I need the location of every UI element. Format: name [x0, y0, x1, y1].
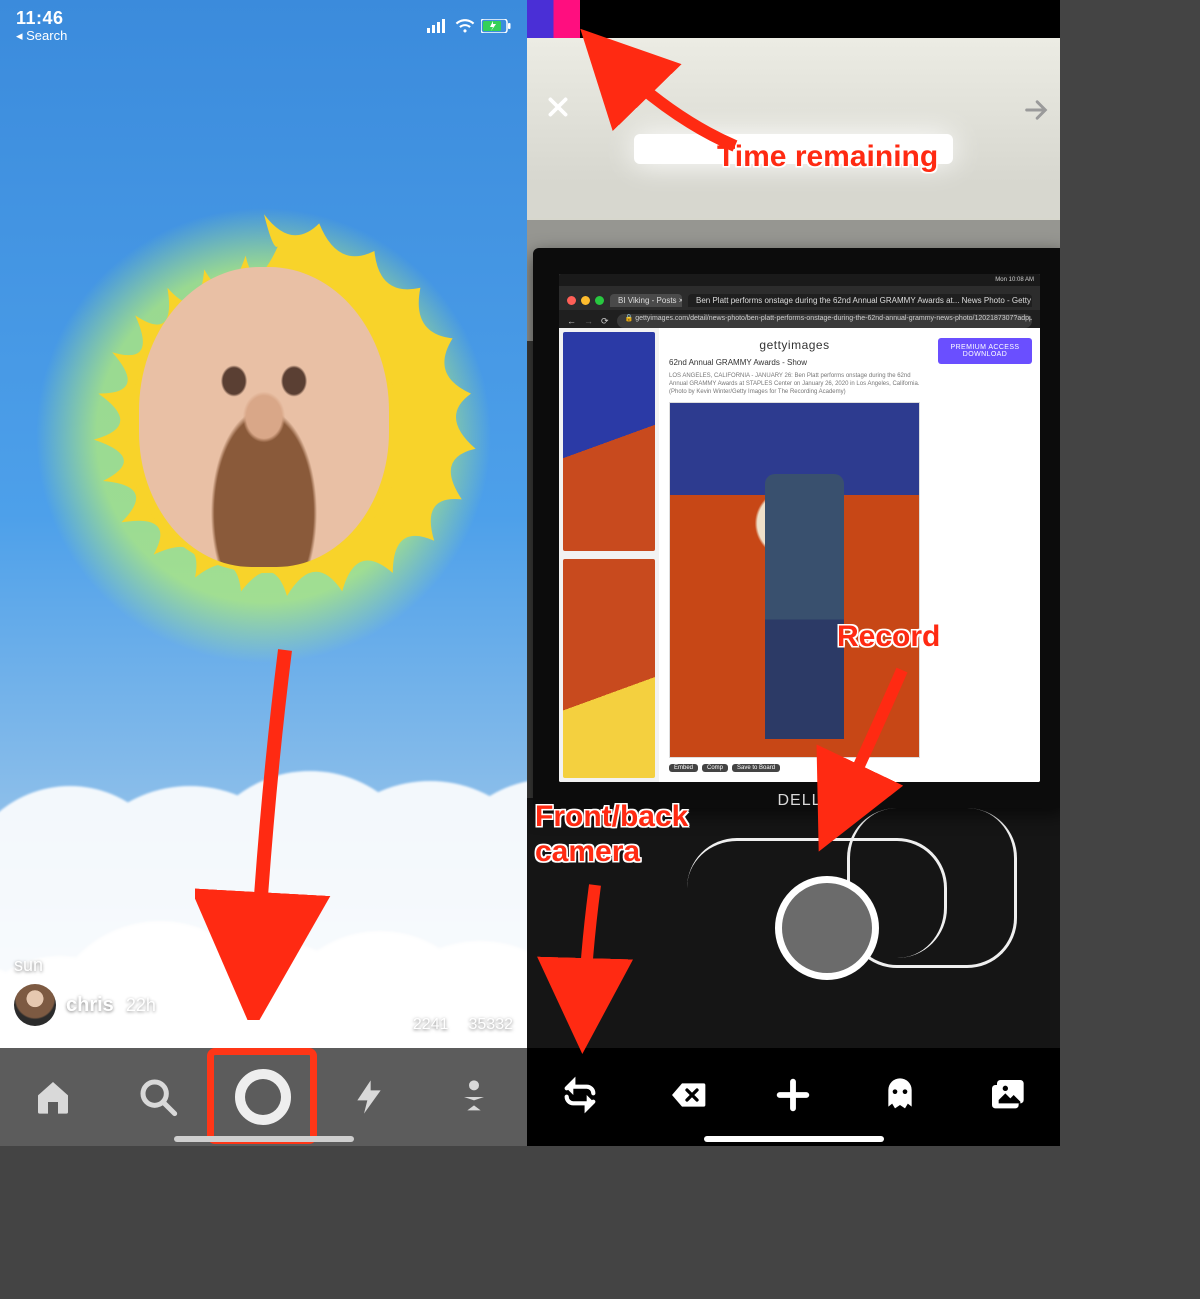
browser-chrome: Mon 10:08 AM BI Viking - Posts × Ben Pla… [559, 274, 1040, 328]
camera-bottom-toolbar [527, 1048, 1060, 1146]
macos-menubar-time: Mon 10:08 AM [995, 277, 1034, 283]
annotation-highlight-record [207, 1048, 317, 1144]
thumbnail[interactable] [563, 559, 655, 778]
window-controls[interactable] [567, 296, 604, 305]
webpage-content: gettyimages 62nd Annual GRAMMY Awards - … [559, 328, 1040, 782]
close-button[interactable] [545, 94, 571, 128]
browser-tab[interactable]: BI Viking - Posts × [610, 294, 682, 307]
comment-count: 2241 [413, 1016, 449, 1034]
nav-activity[interactable] [341, 1069, 397, 1125]
monitor-brand-label: DELL [777, 792, 821, 810]
hero-photo[interactable] [669, 402, 920, 758]
nav-back-icon[interactable]: ← [567, 316, 576, 326]
photo-action-chips: Embed Comp Save to Board [669, 764, 920, 772]
photo-title: 62nd Annual GRAMMY Awards - Show [669, 358, 920, 367]
upload-media-button[interactable] [987, 1075, 1027, 1120]
record-shutter-button[interactable] [775, 876, 879, 980]
chip-comp[interactable]: Comp [702, 764, 728, 772]
nav-forward-icon[interactable]: → [584, 316, 593, 326]
nav-profile[interactable] [446, 1069, 502, 1125]
recording-progress-fill [527, 0, 580, 38]
url-bar[interactable]: 🔒 gettyimages.com/detail/news-photo/ben-… [617, 314, 1032, 328]
nav-search[interactable] [130, 1069, 186, 1125]
share-button[interactable] [359, 1000, 393, 1034]
wifi-icon [455, 19, 475, 33]
comment-button[interactable]: 2241 [413, 978, 449, 1034]
right-screenshot: Mon 10:08 AM BI Viking - Posts × Ben Pla… [527, 0, 1060, 1146]
home-indicator[interactable] [704, 1136, 884, 1142]
toggle-camera-button[interactable] [560, 1075, 600, 1120]
nav-home[interactable] [25, 1069, 81, 1125]
next-arrow-icon[interactable] [1022, 96, 1050, 129]
download-cta-button[interactable]: PREMIUM ACCESS DOWNLOAD [938, 338, 1032, 364]
status-time: 11:46 [16, 9, 67, 29]
related-thumbnails [559, 328, 659, 782]
user-face-cutout [139, 267, 389, 567]
like-count: 35332 [469, 1016, 514, 1034]
battery-charging-icon [481, 19, 511, 33]
ghost-filter-button[interactable] [880, 1075, 920, 1120]
browser-tab-active[interactable]: Ben Platt performs onstage during the 62… [688, 294, 1032, 307]
external-monitor: Mon 10:08 AM BI Viking - Posts × Ben Pla… [533, 248, 1060, 808]
filter-name-label: sun [14, 955, 43, 976]
username[interactable]: chris [66, 994, 114, 1017]
ios-statusbar: 11:46 ◂ Search [0, 0, 527, 48]
room-ceiling [527, 38, 1060, 218]
post-author-row[interactable]: chris 22h [14, 984, 156, 1026]
chip-embed[interactable]: Embed [669, 764, 698, 772]
photo-description: LOS ANGELES, CALIFORNIA - JANUARY 26: Be… [669, 373, 920, 396]
post-actions: 2241 35332 [359, 978, 513, 1034]
chip-save[interactable]: Save to Board [732, 764, 780, 772]
post-time-ago: 22h [126, 995, 156, 1016]
cell-signal-icon [427, 19, 449, 33]
sun-filter-graphic [34, 205, 494, 665]
monitor-screen: Mon 10:08 AM BI Viking - Posts × Ben Pla… [559, 274, 1040, 782]
thumbnail[interactable] [563, 332, 655, 551]
nav-reload-icon[interactable]: ⟳ [601, 316, 609, 327]
gettyimages-logo: gettyimages [669, 338, 920, 352]
add-clip-button[interactable] [773, 1075, 813, 1120]
home-indicator[interactable] [174, 1136, 354, 1142]
delete-clip-button[interactable] [667, 1075, 707, 1120]
recording-progress-bar [527, 0, 1060, 38]
like-button[interactable]: 35332 [469, 978, 514, 1034]
left-screenshot: 11:46 ◂ Search sun chris 22h 2241 [0, 0, 527, 1146]
avatar[interactable] [14, 984, 56, 1026]
camera-viewfinder[interactable]: Mon 10:08 AM BI Viking - Posts × Ben Pla… [527, 38, 1060, 1048]
breadcrumb-back[interactable]: ◂ Search [16, 29, 67, 43]
